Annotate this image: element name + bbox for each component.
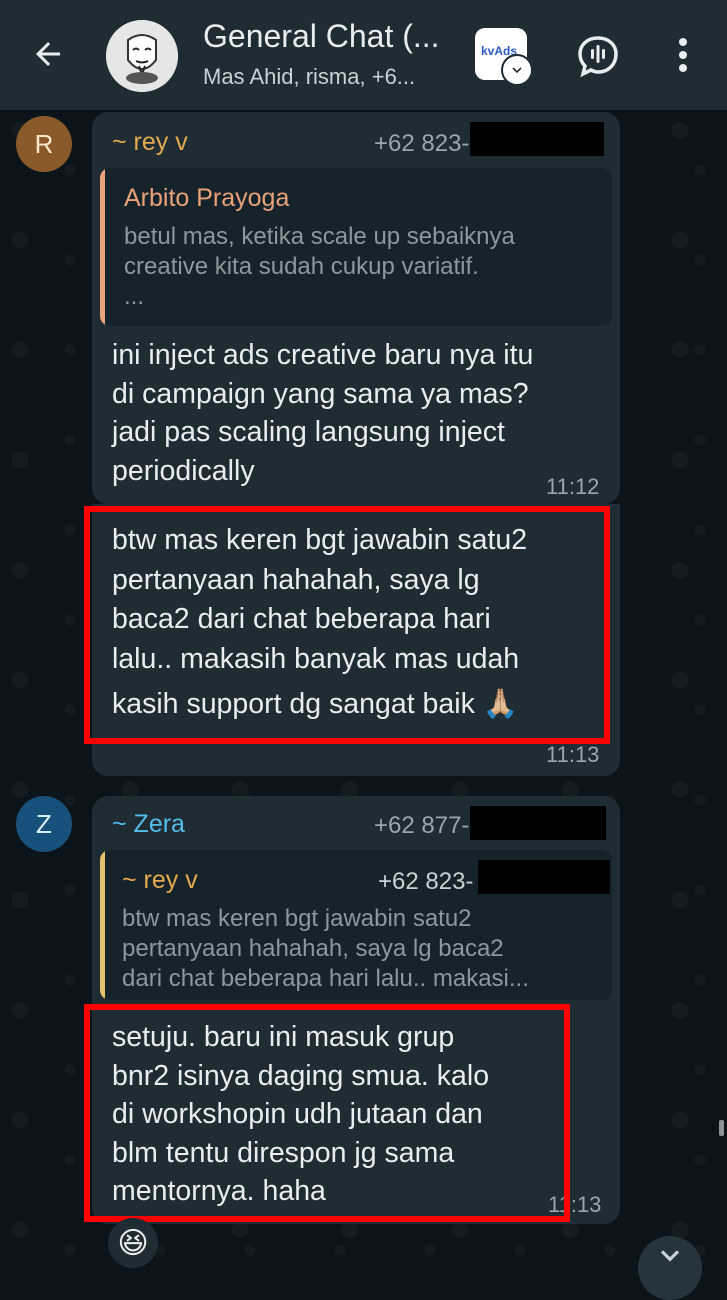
sender-name[interactable]: ~ Zera bbox=[112, 810, 185, 839]
avatar-letter: R bbox=[34, 128, 54, 159]
quoted-text: btw mas keren bgt jawabin satu2 pertanya… bbox=[122, 904, 606, 994]
back-button[interactable] bbox=[28, 34, 68, 74]
chat-header: General Chat (... Mas Ahid, risma, +6...… bbox=[0, 0, 727, 110]
more-options-button[interactable] bbox=[666, 34, 700, 78]
scroll-to-bottom-button[interactable] bbox=[638, 1236, 702, 1300]
sender-avatar[interactable]: R bbox=[16, 116, 72, 172]
scrollbar-thumb[interactable] bbox=[719, 1120, 724, 1136]
chat-participants[interactable]: Mas Ahid, risma, +6... bbox=[203, 64, 415, 90]
quoted-phone: +62 823- bbox=[378, 868, 474, 895]
quoted-message[interactable]: ~ rey v +62 823- btw mas keren bgt jawab… bbox=[100, 850, 612, 1000]
message-line: jadi pas scaling langsung inject bbox=[112, 416, 505, 448]
more-options-icon bbox=[679, 38, 687, 72]
quoted-text: betul mas, ketika scale up sebaiknya cre… bbox=[124, 222, 604, 312]
message-line: ini inject ads creative baru nya itu bbox=[112, 339, 534, 371]
quoted-line: btw mas keren bgt jawabin satu2 bbox=[122, 905, 472, 932]
message-line: di campaign yang sama ya mas? bbox=[112, 377, 529, 410]
sender-name[interactable]: ~ rey v bbox=[112, 128, 188, 157]
highlight-box bbox=[84, 1004, 570, 1222]
sender-phone: +62 877- bbox=[374, 812, 470, 839]
quoted-line: pertanyaan hahahah, saya lg baca2 bbox=[122, 935, 504, 962]
quoted-line: dari chat beberapa hari lalu.. makasi... bbox=[122, 965, 529, 992]
quoted-line: creative kita sudah cukup variatif. bbox=[124, 253, 479, 280]
quoted-sender: ~ rey v bbox=[122, 866, 198, 894]
back-arrow-icon bbox=[36, 42, 60, 66]
sender-avatar[interactable]: Z bbox=[16, 796, 72, 852]
message-reaction[interactable]: 😆 bbox=[108, 1218, 158, 1268]
quote-bar bbox=[100, 850, 105, 1000]
avatar-letter: Z bbox=[36, 808, 52, 839]
voice-chat-icon bbox=[578, 36, 618, 78]
highlight-box bbox=[84, 506, 610, 744]
message-time: 11:12 bbox=[546, 474, 600, 499]
sender-phone: +62 823- bbox=[374, 130, 470, 157]
redaction-box bbox=[478, 860, 610, 894]
redaction-box bbox=[470, 122, 604, 156]
quote-bar bbox=[100, 168, 105, 326]
group-avatar[interactable] bbox=[106, 20, 178, 92]
quoted-line: ... bbox=[124, 283, 145, 310]
redaction-box bbox=[470, 806, 606, 840]
mask-avatar-icon bbox=[106, 20, 178, 92]
message-bubble[interactable]: ~ rey v +62 823- Arbito Prayoga betul ma… bbox=[92, 112, 620, 504]
message-time: 11:13 bbox=[546, 742, 600, 767]
reaction-emoji: 😆 bbox=[117, 1226, 149, 1260]
message-text: ini inject ads creative baru nya itu di … bbox=[112, 336, 612, 490]
message-line: periodically bbox=[112, 454, 255, 487]
chat-title[interactable]: General Chat (... bbox=[203, 18, 440, 55]
chevron-down-icon bbox=[501, 54, 533, 86]
chevron-down-icon bbox=[660, 1250, 680, 1262]
voice-chat-button[interactable] bbox=[574, 32, 622, 80]
quoted-line: betul mas, ketika scale up sebaiknya bbox=[124, 223, 515, 250]
quoted-sender: Arbito Prayoga bbox=[124, 184, 290, 212]
quoted-message[interactable]: Arbito Prayoga betul mas, ketika scale u… bbox=[100, 168, 612, 326]
app-shortcut-badge[interactable]: kvAds bbox=[475, 28, 533, 86]
